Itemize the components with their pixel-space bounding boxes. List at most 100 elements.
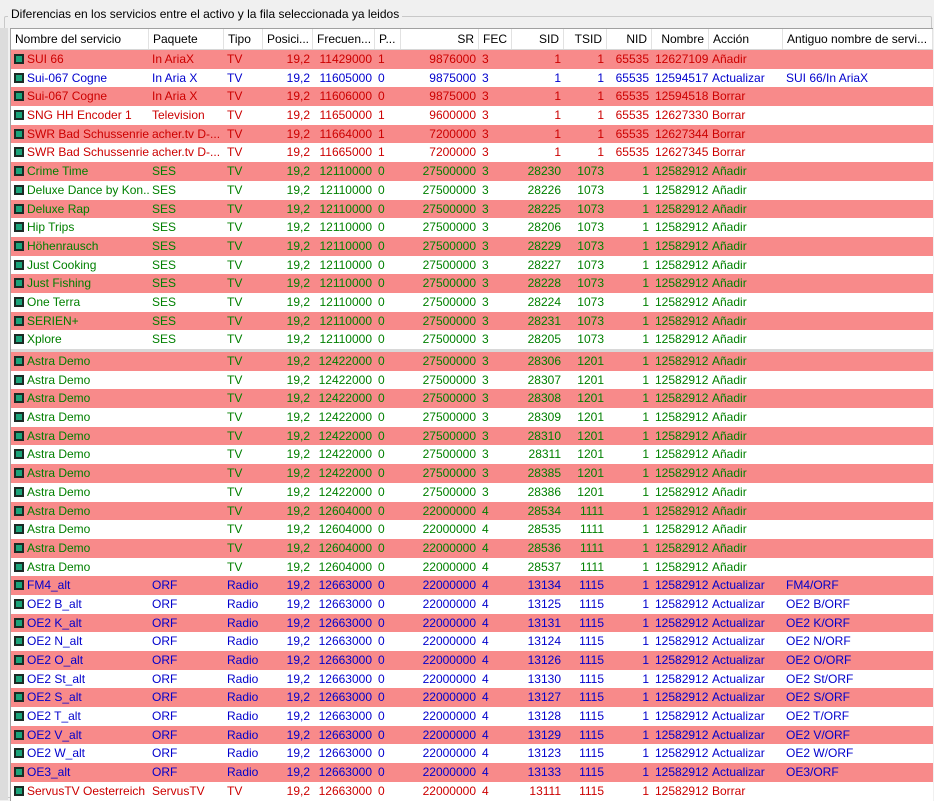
cell-network-name: 12582912 xyxy=(655,182,709,197)
cell-network-name: 12582912 xyxy=(655,354,709,368)
table-row[interactable]: One Terra SES TV 19,2 12110000 0 27500000 3 2822… xyxy=(11,292,933,312)
table-row[interactable]: OE2 V_alt ORF Radio 19,2 12663000 0 22000000 4 1… xyxy=(11,725,933,745)
cell-tsid: 1115 xyxy=(579,783,604,798)
table-row[interactable]: Astra Demo TV 19,2 12604000 0 22000000 4 28536 1… xyxy=(11,538,933,558)
table-row[interactable]: OE2 N_alt ORF Radio 19,2 12663000 0 22000000 4 1… xyxy=(11,632,933,651)
table-row[interactable]: Hip Trips SES TV 19,2 12110000 0 27500000 3 2820… xyxy=(11,218,933,237)
column-header-nid[interactable]: NID xyxy=(607,29,652,49)
cell-sid: 28226 xyxy=(527,182,561,197)
cell-network-name: 12582912 xyxy=(655,220,709,235)
cell-polarization: 0 xyxy=(378,410,385,425)
column-header-sid[interactable]: SID xyxy=(512,29,564,49)
cell-frequency: 12110000 xyxy=(319,294,373,309)
table-row[interactable]: Crime Time SES TV 19,2 12110000 0 27500000 3 282… xyxy=(11,162,933,181)
table-row[interactable]: OE2 St_alt ORF Radio 19,2 12663000 0 22000000 4… xyxy=(11,669,933,689)
cell-position: 19,2 xyxy=(286,276,310,291)
column-header-position[interactable]: Posici... xyxy=(263,29,313,49)
table-row[interactable]: Just Fishing SES TV 19,2 12110000 0 27500000 3 2… xyxy=(11,274,933,293)
cell-network-name: 12582912 xyxy=(655,540,709,555)
service-name-text: OE3_alt xyxy=(27,765,71,780)
service-icon xyxy=(14,222,24,233)
cell-symbol-rate: 7200000 xyxy=(429,126,476,141)
table-row[interactable]: SERIEN+ SES TV 19,2 12110000 0 27500000 3 28231 1… xyxy=(11,311,933,331)
cell-old-service-name xyxy=(783,200,933,219)
column-header-action[interactable]: Acción xyxy=(709,29,783,49)
table-row[interactable]: Astra Demo TV 19,2 12422000 0 27500000 3 28311 1… xyxy=(11,445,933,465)
table-row[interactable]: Astra Demo TV 19,2 12604000 0 22000000 4 28537 1… xyxy=(11,557,933,577)
service-name-text: Sui-067 Cogne xyxy=(27,70,108,85)
cell-nid: 1 xyxy=(642,372,649,387)
column-header-network-name[interactable]: Nombre xyxy=(652,29,709,49)
table-row[interactable]: Astra Demo TV 19,2 12422000 0 27500000 3 28309 1… xyxy=(11,408,933,427)
table-row[interactable]: Deluxe Dance by Kon... SES TV 19,2 12110000 0… xyxy=(11,180,933,200)
column-header-old-service-name[interactable]: Antiguo nombre de servi... xyxy=(783,29,933,49)
table-row[interactable]: OE2 W_alt ORF Radio 19,2 12663000 0 22000000 4 1… xyxy=(11,744,933,764)
column-header-tsid[interactable]: TSID xyxy=(564,29,607,49)
service-name-text: Astra Demo xyxy=(27,466,91,481)
table-row[interactable]: OE2 T_alt ORF Radio 19,2 12663000 0 22000000 4 1… xyxy=(11,707,933,726)
table-row[interactable]: Sui-067 Cogne In Aria X TV 19,2 11605000 0 987… xyxy=(11,68,933,88)
service-name-text: Astra Demo xyxy=(27,522,91,537)
service-icon xyxy=(14,748,24,759)
cell-sid: 28534 xyxy=(527,503,561,518)
column-header-package[interactable]: Paquete xyxy=(149,29,224,49)
table-row[interactable]: SWR Bad Schussenried acher.tv D-... TV 19,2… xyxy=(11,143,933,163)
table-row[interactable]: Astra Demo TV 19,2 12422000 0 27500000 3 28307 1… xyxy=(11,370,933,390)
cell-service-name: Astra Demo xyxy=(11,558,149,577)
column-header-polarization[interactable]: P... xyxy=(375,29,401,49)
service-name-text: SERIEN+ xyxy=(27,313,79,328)
column-header-fec[interactable]: FEC xyxy=(479,29,512,49)
cell-service-name: Astra Demo xyxy=(11,445,149,464)
table-row[interactable]: OE2 K_alt ORF Radio 19,2 12663000 0 22000000 4 1… xyxy=(11,613,933,633)
column-header-symbol-rate[interactable]: SR xyxy=(401,29,479,49)
cell-sid: 28206 xyxy=(527,220,561,235)
cell-tsid: 1073 xyxy=(577,201,604,216)
cell-action: Borrar xyxy=(712,783,746,798)
column-header-frequency[interactable]: Frecuen... xyxy=(313,29,375,49)
table-row[interactable]: SWR Bad Schussenried acher.tv D-... TV 19,2… xyxy=(11,124,933,144)
cell-position: 19,2 xyxy=(286,540,310,555)
cell-position: 19,2 xyxy=(286,145,310,160)
table-row[interactable]: Höhenrausch SES TV 19,2 12110000 0 27500000 3 28… xyxy=(11,236,933,256)
table-row[interactable]: Astra Demo TV 19,2 12422000 0 27500000 3 28308 1… xyxy=(11,389,933,409)
table-row[interactable]: Xplore SES TV 19,2 12110000 0 27500000 3 28205 10… xyxy=(11,330,933,349)
cell-sid: 13124 xyxy=(527,634,561,649)
cell-fec: 4 xyxy=(482,709,489,724)
left-splitter[interactable] xyxy=(0,28,8,800)
cell-service-name: OE2 S_alt xyxy=(11,688,149,707)
cell-tsid: 1201 xyxy=(577,428,604,443)
table-row[interactable]: SNG HH Encoder 1 Television TV 19,2 11650000… xyxy=(11,106,933,125)
cell-sid: 28205 xyxy=(527,332,561,347)
cell-nid: 1 xyxy=(642,765,649,780)
column-header-service-name[interactable]: Nombre del servicio xyxy=(11,29,149,49)
table-row[interactable]: Just Cooking SES TV 19,2 12110000 0 27500000 3 2… xyxy=(11,255,933,275)
table-row[interactable]: Astra Demo TV 19,2 12604000 0 22000000 4 28535 1… xyxy=(11,520,933,539)
table-row[interactable]: Astra Demo TV 19,2 12604000 0 22000000 4 28534 1… xyxy=(11,501,933,521)
table-row[interactable]: SUI 66 In AriaX TV 19,2 11429000 1 9876000 3 1 1 6… xyxy=(11,50,933,69)
table-row[interactable]: OE2 B_alt ORF Radio 19,2 12663000 0 22000000 4 1… xyxy=(11,594,933,614)
cell-position: 19,2 xyxy=(286,783,310,798)
cell-action: Actualizar xyxy=(712,690,765,705)
table-row[interactable]: ServusTV Oesterreich ServusTV TV 19,2 126630… xyxy=(11,781,933,801)
cell-polarization: 0 xyxy=(378,276,385,291)
cell-symbol-rate: 9600000 xyxy=(429,108,476,123)
table-row[interactable]: Astra Demo TV 19,2 12422000 0 27500000 3 28306 1… xyxy=(11,349,933,371)
table-row[interactable]: Sui-067 Cogne In Aria X TV 19,2 11606000 0 987… xyxy=(11,87,933,107)
table-row[interactable]: FM4_alt ORF Radio 19,2 12663000 0 22000000 4 131… xyxy=(11,576,933,595)
cell-sid: 28231 xyxy=(527,313,561,328)
table-row[interactable]: Astra Demo TV 19,2 12422000 0 27500000 3 28310 1… xyxy=(11,426,933,446)
cell-action: Añadir xyxy=(712,484,747,499)
table-row[interactable]: Deluxe Rap SES TV 19,2 12110000 0 27500000 3 282… xyxy=(11,199,933,219)
table-row[interactable]: OE2 S_alt ORF Radio 19,2 12663000 0 22000000 4 1… xyxy=(11,688,933,708)
column-header-type[interactable]: Tipo xyxy=(224,29,263,49)
cell-package: SES xyxy=(152,164,177,179)
cell-fec: 4 xyxy=(482,653,489,667)
table-row[interactable]: Astra Demo TV 19,2 12422000 0 27500000 3 28385 1… xyxy=(11,464,933,483)
table-row[interactable]: OE3_alt ORF Radio 19,2 12663000 0 22000000 4 131… xyxy=(11,763,933,782)
table-row[interactable]: OE2 O_alt ORF Radio 19,2 12663000 0 22000000 4 1… xyxy=(11,651,933,670)
cell-polarization: 0 xyxy=(378,313,385,328)
cell-package: SES xyxy=(152,238,177,253)
cell-sid: 28224 xyxy=(527,294,561,309)
cell-symbol-rate: 22000000 xyxy=(422,709,476,724)
table-row[interactable]: Astra Demo TV 19,2 12422000 0 27500000 3 28386 1… xyxy=(11,482,933,502)
